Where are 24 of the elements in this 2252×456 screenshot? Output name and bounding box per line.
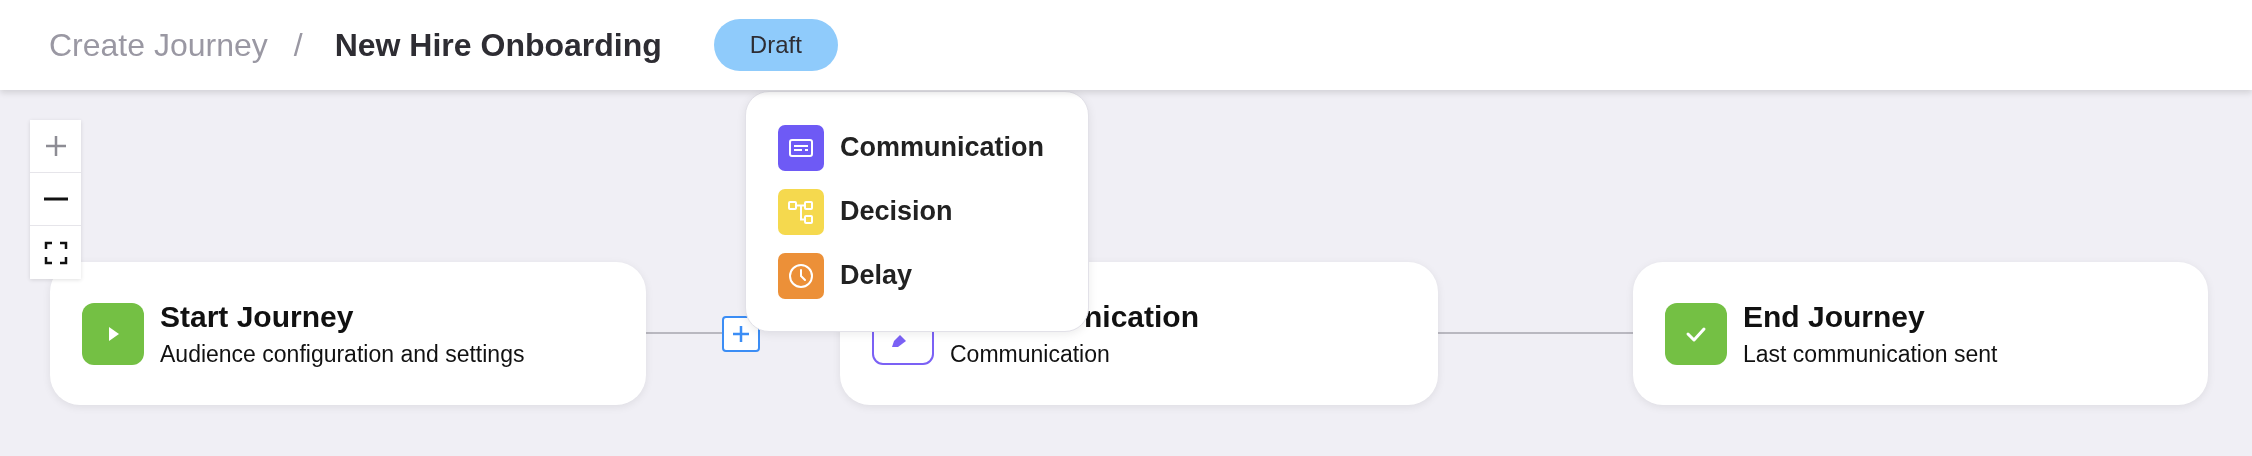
message-icon <box>778 124 824 171</box>
breadcrumb-separator: / <box>293 26 303 65</box>
menu-item[interactable]: Decision <box>778 188 1088 235</box>
play-icon <box>82 302 144 365</box>
node-subtitle: Communication <box>950 339 1111 369</box>
node-subtitle: Audience configuration and settings <box>160 339 525 369</box>
journey-node-card[interactable]: End Journey Last communication sent <box>1633 262 2208 405</box>
fullscreen-icon <box>43 240 68 265</box>
clock-icon <box>778 252 824 299</box>
journey-node-card[interactable]: Start Journey Audience configuration and settings <box>50 262 646 405</box>
plus-icon <box>43 134 68 158</box>
journey-title: New Hire Onboarding <box>334 26 662 65</box>
pencil-icon <box>892 334 906 347</box>
node-title: Start Journey <box>160 298 355 335</box>
add-step-button[interactable] <box>722 316 760 352</box>
node-subtitle: Last communication sent <box>1743 339 1998 369</box>
node-title: End Journey <box>1743 298 1926 335</box>
checkmark-icon <box>1665 302 1727 365</box>
node-title: nication <box>1084 298 1199 335</box>
plus-icon <box>731 324 751 344</box>
minus-icon <box>43 197 68 201</box>
flowchart-icon <box>778 188 824 235</box>
menu-item[interactable]: Communication <box>778 124 1088 171</box>
status-badge: Draft <box>713 19 838 71</box>
